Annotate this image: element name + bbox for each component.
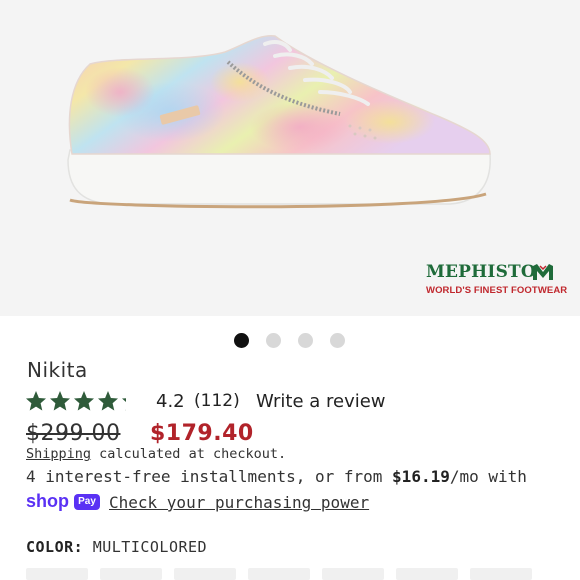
color-swatch[interactable] — [174, 568, 236, 580]
color-swatch[interactable] — [248, 568, 310, 580]
color-label: COLOR: — [26, 538, 84, 556]
rating-stars[interactable] — [26, 390, 126, 414]
color-swatch[interactable] — [470, 568, 532, 580]
mephisto-m-icon — [533, 264, 553, 280]
color-swatch[interactable] — [322, 568, 384, 580]
shipping-note: Shipping calculated at checkout. — [26, 446, 286, 462]
installments-suffix: /mo with — [449, 467, 527, 486]
carousel-dots — [0, 333, 580, 349]
carousel-dot-2[interactable] — [266, 333, 281, 348]
color-swatches — [26, 568, 566, 580]
shoppay-pay-badge: Pay — [74, 494, 100, 510]
brand-name: MEPHISTO — [426, 262, 536, 282]
carousel-dot-4[interactable] — [330, 333, 345, 348]
shoppay-row: shop Pay Check your purchasing power — [26, 491, 566, 515]
product-image-area[interactable]: MEPHISTO WORLD'S FINEST FOOTWEAR — [0, 0, 580, 316]
shipping-link[interactable]: Shipping — [26, 446, 91, 462]
installments-prefix: 4 interest-free installments, or from — [26, 467, 393, 486]
star-icon — [26, 391, 46, 411]
purchasing-power-link[interactable]: Check your purchasing power — [109, 493, 369, 512]
star-icon — [122, 398, 126, 411]
rating-value: 4.2 — [156, 391, 185, 412]
rating-count[interactable]: (112) — [194, 391, 240, 411]
original-price: $299.00 — [26, 421, 121, 446]
color-swatch[interactable] — [396, 568, 458, 580]
sale-price: $179.40 — [150, 421, 254, 446]
star-icon — [98, 391, 118, 411]
rating-row: 4.2 (112) Write a review — [26, 390, 566, 414]
installments-amount: $16.19 — [392, 467, 450, 486]
installments-note: 4 interest-free installments, or from $1… — [26, 467, 527, 486]
shoppay-logo: shop — [26, 491, 69, 511]
product-title: Nikita — [27, 358, 88, 382]
brand-tagline: WORLD'S FINEST FOOTWEAR — [426, 285, 568, 296]
shipping-text: calculated at checkout. — [91, 446, 287, 462]
carousel-dot-3[interactable] — [298, 333, 313, 348]
star-icon — [50, 391, 70, 411]
star-icon — [74, 391, 94, 411]
color-swatch[interactable] — [26, 568, 88, 580]
brand-logo: MEPHISTO WORLD'S FINEST FOOTWEAR — [426, 262, 567, 302]
write-review-link[interactable]: Write a review — [256, 391, 386, 412]
carousel-dot-1[interactable] — [234, 333, 249, 348]
color-swatch[interactable] — [100, 568, 162, 580]
color-value: MULTICOLORED — [92, 538, 208, 556]
product-image[interactable] — [50, 22, 510, 222]
color-option: COLOR: MULTICOLORED — [26, 538, 207, 556]
